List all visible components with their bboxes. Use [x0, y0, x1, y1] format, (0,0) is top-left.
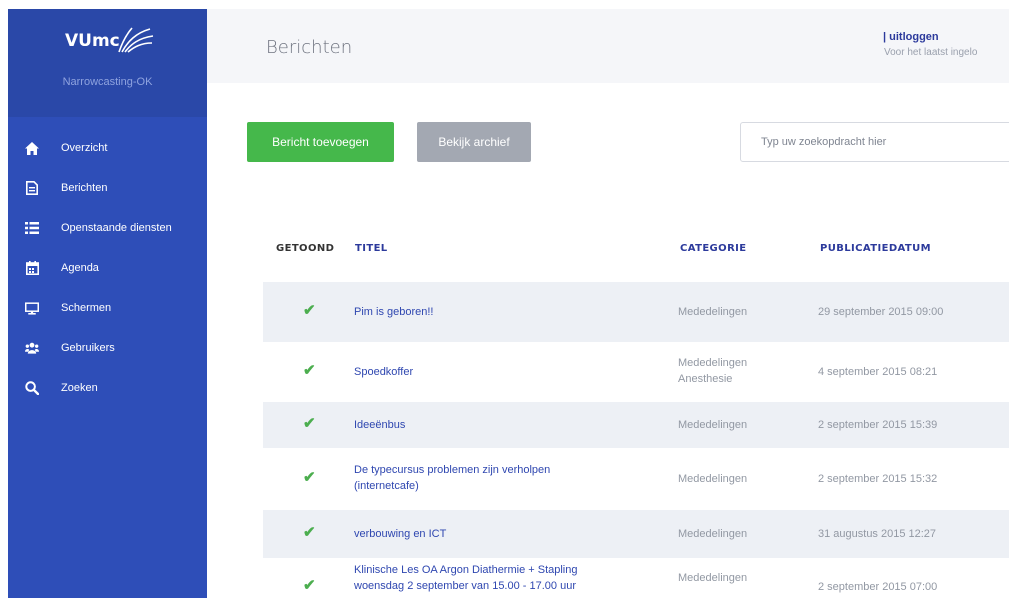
- category-line: Anesthesie: [678, 373, 733, 385]
- title-line: Klinische Les OA Argon Diathermie + Stap…: [354, 564, 578, 576]
- title-line: Ideeënbus: [354, 419, 406, 431]
- date-cell: 2 september 2015 15:32: [818, 473, 938, 485]
- sidebar-item-zoeken[interactable]: Zoeken: [8, 368, 207, 408]
- sidebar-item-berichten[interactable]: Berichten: [8, 168, 207, 208]
- calendar-icon: [25, 261, 39, 275]
- table-header: GETOOND TITEL CATEGORIE PUBLICATIEDATUM: [263, 222, 1009, 282]
- title-line: woensdag 2 september van 15.00 - 17.00 u…: [354, 580, 576, 592]
- date-cell: 2 september 2015 07:00: [818, 581, 938, 593]
- checkmark-icon: ✔: [303, 577, 316, 594]
- column-header-date[interactable]: PUBLICATIEDATUM: [820, 243, 931, 254]
- sidebar-item-agenda[interactable]: Agenda: [8, 248, 207, 288]
- add-message-button[interactable]: Bericht toevoegen: [247, 122, 394, 162]
- sidebar: VUmc Narrowcasting-OK Overzicht Berichte…: [8, 9, 207, 598]
- table-row[interactable]: ✔ Ideeënbus Mededelingen 2 september 201…: [263, 402, 1009, 448]
- sidebar-item-label: Openstaande diensten: [61, 222, 172, 234]
- message-title-link[interactable]: Klinische Les OA Argon Diathermie + Stap…: [354, 562, 654, 594]
- list-icon: [25, 221, 39, 235]
- sidebar-item-label: Berichten: [61, 182, 108, 194]
- date-cell: 4 september 2015 08:21: [818, 366, 938, 378]
- users-icon: [25, 341, 39, 355]
- title-line: (internetcafe): [354, 480, 419, 492]
- table-row[interactable]: ✔ Klinische Les OA Argon Diathermie + St…: [263, 558, 1009, 598]
- category-cell: Mededelingen: [678, 417, 798, 433]
- column-header-shown[interactable]: GETOOND: [276, 243, 334, 254]
- table-row[interactable]: ✔ Pim is geboren!! Mededelingen 29 septe…: [263, 282, 1009, 342]
- category-cell: Mededelingen: [678, 471, 798, 487]
- table-row[interactable]: ✔ verbouwing en ICT Mededelingen 31 augu…: [263, 510, 1009, 558]
- checkmark-icon: ✔: [303, 469, 316, 486]
- checkmark-icon: ✔: [303, 415, 316, 432]
- vumc-logo[interactable]: VUmc: [65, 31, 120, 51]
- category-line: Mededelingen: [678, 473, 748, 485]
- date-cell: 29 september 2015 09:00: [818, 306, 944, 318]
- sidebar-item-openstaande-diensten[interactable]: Openstaande diensten: [8, 208, 207, 248]
- title-line: verbouwing en ICT: [354, 528, 447, 540]
- message-title-link[interactable]: verbouwing en ICT: [354, 526, 654, 542]
- home-icon: [25, 141, 39, 155]
- table-row[interactable]: ✔ De typecursus problemen zijn verholpen…: [263, 448, 1009, 510]
- table-row[interactable]: ✔ Spoedkoffer Mededelingen Anesthesie 4 s…: [263, 342, 1009, 402]
- date-cell: 31 augustus 2015 12:27: [818, 528, 937, 540]
- sidebar-item-gebruikers[interactable]: Gebruikers: [8, 328, 207, 368]
- logo-mark-icon: [118, 27, 154, 53]
- sidebar-item-label: Agenda: [61, 262, 99, 274]
- category-line: Mededelingen: [678, 419, 748, 431]
- page-title: Berichten: [266, 37, 353, 58]
- date-cell: 2 september 2015 15:39: [818, 419, 938, 431]
- category-line: Mededelingen: [678, 306, 748, 318]
- title-line: De typecursus problemen zijn verholpen: [354, 464, 551, 476]
- message-title-link[interactable]: Spoedkoffer: [354, 364, 654, 380]
- sidebar-item-schermen[interactable]: Schermen: [8, 288, 207, 328]
- category-cell: Mededelingen: [678, 304, 798, 320]
- checkmark-icon: ✔: [303, 302, 316, 319]
- column-header-category[interactable]: CATEGORIE: [680, 243, 747, 254]
- document-icon: [25, 181, 39, 195]
- last-login-text: Voor het laatst ingelo: [884, 47, 978, 58]
- search-icon: [25, 381, 39, 395]
- sidebar-nav: Overzicht Berichten Openstaande diensten…: [8, 128, 207, 408]
- logout-link[interactable]: | uitloggen: [883, 31, 939, 43]
- sidebar-item-overzicht[interactable]: Overzicht: [8, 128, 207, 168]
- category-cell: Mededelingen: [678, 526, 798, 542]
- sidebar-item-label: Gebruikers: [61, 342, 115, 354]
- category-cell: Mededelingen: [678, 570, 798, 586]
- brand-header: VUmc Narrowcasting-OK: [8, 9, 207, 117]
- category-line: Mededelingen: [678, 528, 748, 540]
- category-line: Mededelingen: [678, 572, 748, 584]
- message-title-link[interactable]: Ideeënbus: [354, 417, 654, 433]
- column-header-title[interactable]: TITEL: [355, 243, 388, 254]
- sidebar-item-label: Zoeken: [61, 382, 98, 394]
- messages-table: GETOOND TITEL CATEGORIE PUBLICATIEDATUM …: [263, 222, 1009, 598]
- sidebar-item-label: Overzicht: [61, 142, 108, 154]
- brand-subtitle: Narrowcasting-OK: [62, 76, 153, 88]
- message-title-link[interactable]: De typecursus problemen zijn verholpen (i…: [354, 462, 654, 494]
- category-line: Mededelingen: [678, 357, 748, 369]
- search-input[interactable]: [740, 122, 1009, 162]
- message-title-link[interactable]: Pim is geboren!!: [354, 304, 654, 320]
- view-archive-button[interactable]: Bekijk archief: [417, 122, 531, 162]
- category-cell: Mededelingen Anesthesie: [678, 355, 798, 387]
- title-line: Spoedkoffer: [354, 366, 414, 378]
- top-bar: Berichten | uitloggen Voor het laatst in…: [207, 9, 1009, 83]
- checkmark-icon: ✔: [303, 362, 316, 379]
- sidebar-item-label: Schermen: [61, 302, 112, 314]
- title-line: Pim is geboren!!: [354, 306, 434, 318]
- checkmark-icon: ✔: [303, 524, 316, 541]
- monitor-icon: [25, 301, 39, 315]
